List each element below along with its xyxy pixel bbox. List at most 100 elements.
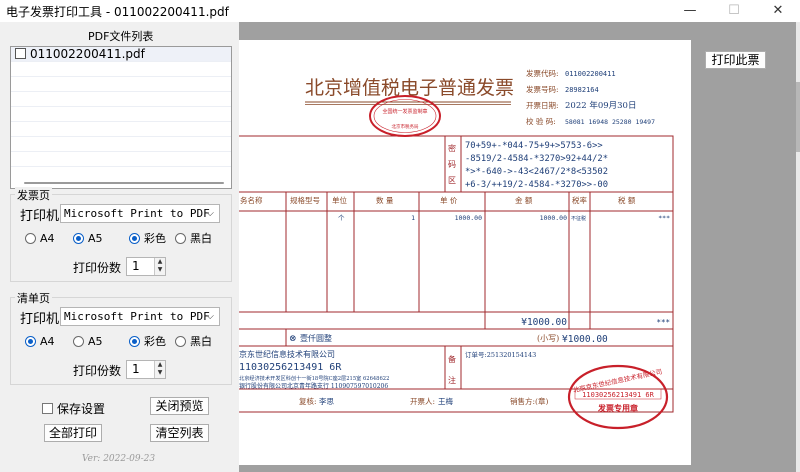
reviewer-label: 复核: [299,396,317,406]
minimize-button[interactable]: — [668,0,712,22]
item-row: 个 1 1000.00 1000.00 不征税 *** [338,214,670,222]
subtotal-tax: *** [656,318,670,327]
radio-label: A5 [88,232,103,245]
list-bw-radio[interactable]: 黑白 [175,336,212,348]
file-list-label: PDF文件列表 [88,30,154,43]
header-unit: 单位 [332,195,347,205]
invoice-meta: 发票代码: 011002200411 发票号码: 28982164 开票日期: … [526,68,655,126]
invoice-drawing: 北京增值税电子普通发票 发票代码: 011002200411 发票号码: 289… [239,68,674,430]
cipher-line: -8519/2-4584-*3270>92+44/2* [465,154,608,164]
total-small-label: (小写) [537,334,559,343]
reviewer-name: 李思 [319,396,334,406]
item-headers: 务名称 规格型号 单位 数 量 单 价 金 额 税率 税 额 [240,195,636,205]
radio-selected-icon [129,233,140,244]
stepper-arrows: ▲ ▼ [154,258,165,275]
seller-sign-label: 销售方:(章) [510,396,548,406]
vertical-scrollbar[interactable] [796,22,800,472]
list-paper-a5-radio[interactable]: A5 [73,336,103,348]
meta-number-label: 发票号码: [526,84,559,94]
header-price: 单 价 [440,195,458,205]
header-name: 务名称 [240,195,263,205]
header-spec: 规格型号 [290,195,320,205]
chevron-up-icon[interactable]: ▲ [155,258,165,266]
seal-bottom-code: 11030256213491 6R [582,391,654,399]
radio-selected-icon [25,336,36,347]
list-color-radio[interactable]: 彩色 [129,336,166,348]
invoice-printer-select[interactable]: Microsoft Print to PDF ⌵ [60,204,220,223]
app-window: 电子发票打印工具 - 011002200411.pdf — ☐ ✕ PDF文件列… [0,0,800,472]
list-item-empty [11,152,231,167]
maximize-button[interactable]: ☐ [712,0,756,22]
item-tax: *** [658,214,670,222]
subtotal-amount: ¥1000.00 [521,317,567,328]
list-copies-label: 打印份数 [73,364,122,378]
close-preview-button[interactable]: 关闭预览 [150,397,209,415]
item-unit: 个 [338,214,345,222]
password-label-char: 码 [448,160,456,169]
seller-address: 北京经济技术开发区科创十一街18号院C座2层215室 62648622 [239,374,389,382]
order-number: 订单号:251320154143 [465,350,536,359]
header-qty: 数 量 [376,195,394,205]
print-all-button[interactable]: 全部打印 [44,424,102,442]
pdf-preview-area[interactable]: 北京增值税电子普通发票 发票代码: 011002200411 发票号码: 289… [239,22,796,472]
radio-label: 黑白 [190,335,212,348]
invoice-bw-radio[interactable]: 黑白 [175,233,212,245]
save-settings-checkbox[interactable]: 保存设置 [42,400,105,417]
meta-number-value: 28982164 [565,86,599,94]
chevron-down-icon[interactable]: ▼ [155,369,165,377]
invoice-copies-stepper[interactable]: 1 ▲ ▼ [126,257,166,276]
print-this-button[interactable]: 打印此票 [705,51,766,69]
invoice-copies-label: 打印份数 [73,261,122,275]
radio-icon [25,233,36,244]
chevron-up-icon[interactable]: ▲ [155,361,165,369]
list-paper-a4-radio[interactable]: A4 [25,336,55,348]
total-words-icon: ⊗ [289,334,297,344]
header-tax: 税 额 [618,195,636,205]
scrollbar-thumb[interactable] [796,82,800,152]
cipher-line: *>*-640->-43<2467/2*8<53502 [465,167,608,177]
drawer-name: 王梅 [438,396,453,406]
file-list[interactable]: 011002200411.pdf [10,46,232,189]
file-checkbox[interactable] [15,48,26,59]
seller-info: 京东世纪信息技术有限公司 11030256213491 6R 北京经济技术开发区… [239,349,389,390]
list-item[interactable]: 011002200411.pdf [11,47,231,62]
seal-bottom-label: 发票专用章 [597,403,638,413]
password-label-char: 密 [448,143,456,153]
invoice-paper-a4-radio[interactable]: A4 [25,233,55,245]
chevron-down-icon: ⌵ [206,311,214,322]
cipher-line: +6-3/++19/2-4584-*3270>>-00 [465,180,608,190]
meta-code-label: 发票代码: [526,68,559,78]
radio-icon [175,233,186,244]
invoice-special-seal: 北京京东世纪信息技术有限公司 11030256213491 6R 发票专用章 [567,364,669,430]
password-area-label: 密 码 区 [448,143,456,185]
list-item-empty [11,77,231,92]
list-printer-select[interactable]: Microsoft Print to PDF ⌵ [60,307,220,326]
list-page-label: 清单页 [15,290,52,306]
meta-date-value: 2022 年09月30日 [565,100,636,111]
meta-check-label: 校 验 码: [526,116,556,126]
list-item-empty [11,137,231,152]
invoice-page-label: 发票页 [15,187,52,203]
invoice-paper-a5-radio[interactable]: A5 [73,233,103,245]
close-button[interactable]: ✕ [756,0,800,22]
radio-label: A5 [88,335,103,348]
list-copies-stepper[interactable]: 1 ▲ ▼ [126,360,166,379]
password-label-char: 区 [448,176,456,185]
radio-label: 黑白 [190,232,212,245]
file-name: 011002200411.pdf [30,47,145,61]
list-item-empty [11,107,231,122]
radio-label: A4 [40,232,55,245]
clear-list-button[interactable]: 清空列表 [150,424,209,442]
chevron-down-icon[interactable]: ▼ [155,266,165,274]
seal-top-text2: 北京市税务局 [392,123,419,130]
invoice-printer-label: 打印机 [20,209,60,224]
stepper-arrows: ▲ ▼ [154,361,165,378]
item-amount: 1000.00 [540,214,567,222]
meta-date-label: 开票日期: [526,101,559,110]
invoice-copies-value: 1 [132,259,140,273]
horizontal-scrollbar[interactable] [24,182,224,184]
radio-label: 彩色 [144,232,166,245]
invoice-color-radio[interactable]: 彩色 [129,233,166,245]
list-item-empty [11,62,231,77]
cipher-block: 70+59+-*044-75+9+>5753-6>> -8519/2-4584-… [465,141,608,190]
